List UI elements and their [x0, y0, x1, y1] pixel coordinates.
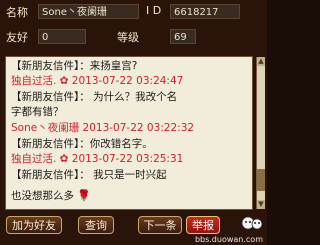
message-window: 名称 Sone丶夜阑珊 I D 6618217 友好 0 等级 69 【新朋友信… — [0, 0, 267, 245]
next-button[interactable]: 下一条 — [138, 216, 182, 234]
rose-icon: 🌹 — [77, 189, 92, 202]
message-line: 独自过活. ✿ 2013-07-22 03:25:31 — [11, 153, 184, 165]
row-friend-level: 友好 0 等级 69 — [4, 29, 263, 45]
report-button[interactable]: 举报 — [186, 216, 220, 234]
mascot-icon — [241, 216, 263, 230]
message-line: 【新朋友信件】： 为什么？我改个名 — [11, 91, 178, 103]
message-line: 【新朋友信件】：来扬皇宫? — [11, 60, 138, 72]
name-field: Sone丶夜阑珊 — [38, 4, 139, 19]
message-line: Sone丶夜阑珊 2013-07-22 03:22:32 — [11, 122, 195, 134]
profile-panel: 名称 Sone丶夜阑珊 I D 6618217 友好 0 等级 69 — [4, 2, 263, 54]
search-button[interactable]: 查询 — [78, 216, 114, 234]
message-line: 字都有错？ — [11, 106, 64, 118]
id-field: 6618217 — [170, 4, 240, 19]
scroll-thumb[interactable] — [257, 169, 265, 191]
scroll-down-icon[interactable]: ▼ — [257, 200, 265, 209]
message-line-last: 也没想那么多 🌹 — [11, 189, 91, 203]
row-name-id: 名称 Sone丶夜阑珊 I D 6618217 — [4, 4, 263, 20]
chat-scrollbar[interactable]: ▲ ▼ — [256, 57, 265, 209]
add-friend-button[interactable]: 加为好友 — [6, 216, 62, 234]
message-line: 【新朋友信件】：你改错名字。 — [11, 138, 153, 150]
watermark: bbs.duowan.com — [194, 235, 263, 244]
message-line: 独自过活. ✿ 2013-07-22 03:24:47 — [11, 75, 184, 87]
friend-label: 友好 — [6, 31, 28, 44]
message-text: 也没想那么多 — [11, 190, 74, 202]
name-label: 名称 — [6, 6, 28, 19]
friend-field: 0 — [38, 29, 86, 44]
scroll-up-icon[interactable]: ▲ — [257, 57, 265, 66]
level-label: 等级 — [117, 31, 139, 44]
id-label: I D — [146, 4, 162, 17]
level-field: 69 — [170, 29, 196, 44]
message-line: 【新朋友信件】： 我只是一时兴起 — [11, 169, 167, 181]
chat-log[interactable]: 【新朋友信件】：来扬皇宫? 独自过活. ✿ 2013-07-22 03:24:4… — [5, 56, 253, 210]
